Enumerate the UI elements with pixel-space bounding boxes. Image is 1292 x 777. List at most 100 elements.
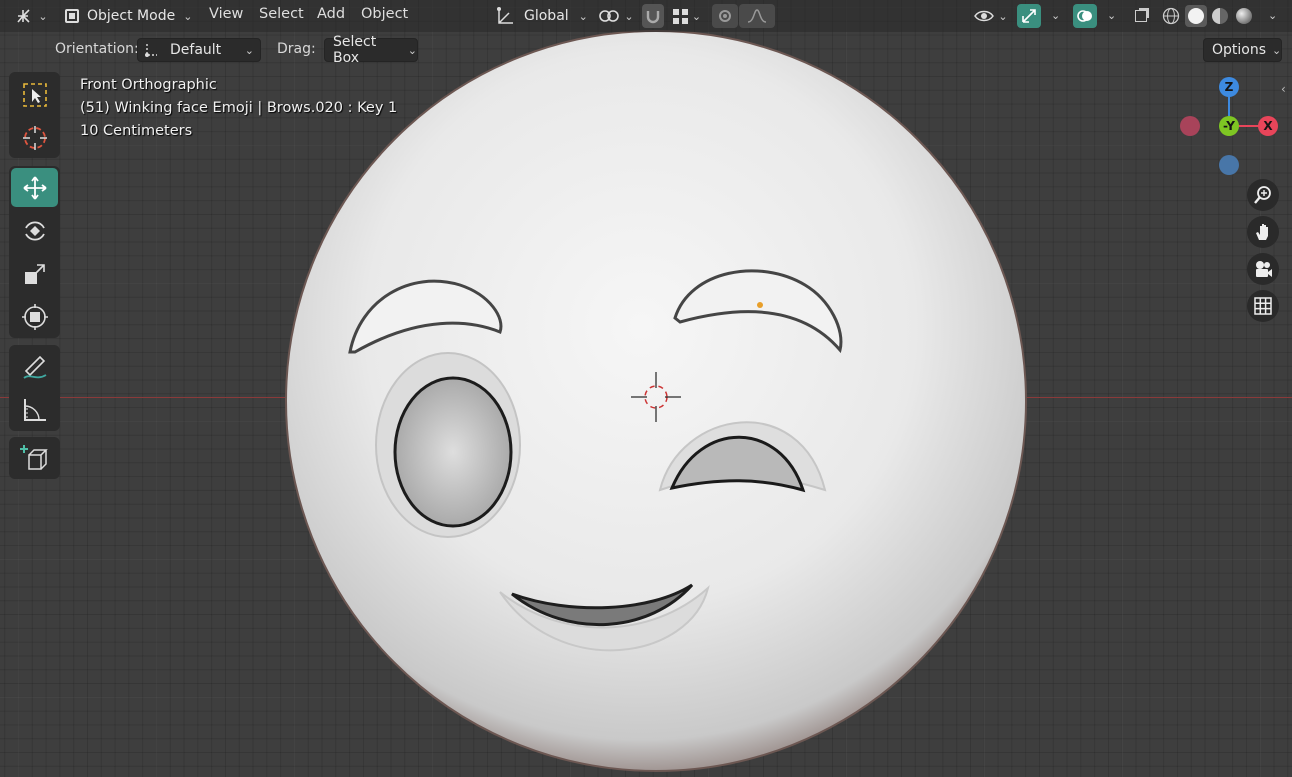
rotate-icon xyxy=(24,221,45,240)
annotate-tool[interactable] xyxy=(11,347,58,386)
selected-vertex xyxy=(757,302,763,308)
eye-icon xyxy=(974,10,995,22)
pencil-icon xyxy=(22,355,46,379)
select-box-tool[interactable] xyxy=(11,75,58,114)
transform-icon xyxy=(21,303,48,330)
view-name: Front Orthographic xyxy=(80,77,217,93)
chevron-down-icon[interactable]: ⌄ xyxy=(1107,9,1116,22)
scale-icon xyxy=(24,263,45,284)
solid-shading-button[interactable] xyxy=(1185,5,1207,27)
menu-view[interactable]: View xyxy=(209,6,243,22)
menu-add[interactable]: Add xyxy=(317,6,345,22)
overlay-circles-icon xyxy=(1077,10,1092,22)
left-eye xyxy=(393,376,513,528)
rotate-tool[interactable] xyxy=(11,211,58,250)
measure-tool[interactable] xyxy=(11,390,58,429)
mode-label: Object Mode xyxy=(87,8,176,24)
gizmo-toggle[interactable] xyxy=(1017,4,1041,28)
pivot-point-button[interactable]: ⌄ xyxy=(597,4,635,28)
xray-toggle[interactable] xyxy=(1130,4,1152,28)
zoom-button[interactable] xyxy=(1247,179,1279,211)
drag-label: Drag: xyxy=(277,41,316,57)
chevron-down-icon: ⌄ xyxy=(183,9,193,23)
orientation-label: Global xyxy=(524,8,569,24)
menu-select[interactable]: Select xyxy=(259,6,304,22)
chevron-down-icon: ⌄ xyxy=(38,9,48,23)
orientation-gizmo-icon xyxy=(145,44,157,57)
material-sphere-icon xyxy=(1212,8,1228,24)
xray-icon xyxy=(1135,10,1147,22)
gizmo-x-axis[interactable]: X xyxy=(1258,116,1278,136)
wireframe-shading-button[interactable] xyxy=(1160,5,1182,27)
transform-tool[interactable] xyxy=(11,297,58,336)
chevron-down-icon: ⌄ xyxy=(998,9,1008,23)
chevron-down-icon: ⌄ xyxy=(691,9,702,23)
solid-sphere-icon xyxy=(1188,8,1204,24)
winking-face-mesh[interactable] xyxy=(0,0,1292,777)
gizmo-z-label: Z xyxy=(1224,80,1234,94)
camera-view-button[interactable] xyxy=(1247,253,1279,285)
ortho-toggle-button[interactable] xyxy=(1247,290,1279,322)
move-axes-icon xyxy=(17,9,30,23)
drag-dropdown[interactable]: Select Box ⌄ xyxy=(324,34,418,66)
falloff-button[interactable] xyxy=(739,4,775,28)
orientation-dropdown[interactable]: Default ⌄ xyxy=(137,38,261,62)
grid-view-icon xyxy=(1254,297,1272,315)
gizmo-arrows-icon xyxy=(1022,9,1036,23)
snap-grid-icon xyxy=(672,8,688,24)
drag-value: Select Box xyxy=(333,34,377,66)
gizmo-x-label: X xyxy=(1263,119,1273,133)
sidebar-toggle-chevron-icon[interactable]: ‹ xyxy=(1281,82,1286,96)
rendered-sphere-icon xyxy=(1236,8,1252,24)
wireframe-sphere-icon xyxy=(1162,7,1180,25)
proportional-edit-icon xyxy=(719,10,731,22)
snap-target-button[interactable]: ⌄ xyxy=(667,4,707,28)
orientation-value: Default xyxy=(170,42,222,58)
material-shading-button[interactable] xyxy=(1209,5,1231,27)
viewport-header: ⌄ Object Mode ⌄ View Select Add Object G… xyxy=(0,0,1292,32)
overlays-toggle[interactable] xyxy=(1073,4,1097,28)
pan-button[interactable] xyxy=(1247,216,1279,248)
chevron-down-icon[interactable]: ⌄ xyxy=(1268,9,1277,22)
cursor-tool[interactable] xyxy=(11,118,58,157)
chevron-down-icon: ⌄ xyxy=(578,9,588,23)
orientation-label: Orientation: xyxy=(55,41,139,57)
3d-viewport[interactable] xyxy=(0,0,1292,777)
snap-toggle[interactable] xyxy=(642,4,664,28)
editor-type-button[interactable]: ⌄ xyxy=(11,4,51,28)
add-cube-icon xyxy=(19,444,48,470)
move-arrows-icon xyxy=(22,175,47,200)
link-icon xyxy=(599,10,620,22)
visibility-button[interactable]: ⌄ xyxy=(972,4,1010,28)
add-cube-tool[interactable] xyxy=(11,438,58,477)
object-info: (51) Winking face Emoji | Brows.020 : Ke… xyxy=(80,100,398,116)
grid-scale: 10 Centimeters xyxy=(80,123,193,139)
transform-orientation-dropdown[interactable]: Global ⌄ xyxy=(490,4,588,28)
camera-icon xyxy=(1256,261,1272,277)
chevron-down-icon[interactable]: ⌄ xyxy=(1051,9,1060,22)
navigation-gizmo[interactable]: Z X -Y xyxy=(1176,74,1282,180)
chevron-down-icon: ⌄ xyxy=(407,43,417,57)
magnet-icon xyxy=(646,11,660,24)
object-mode-icon xyxy=(65,9,79,23)
gizmo-z-axis[interactable]: Z xyxy=(1219,77,1239,97)
gizmo-neg-x-axis[interactable] xyxy=(1180,116,1200,136)
select-box-icon xyxy=(22,82,47,107)
orientation-axes-icon xyxy=(497,7,513,24)
chevron-down-icon: ⌄ xyxy=(1272,43,1282,57)
scale-tool[interactable] xyxy=(11,254,58,293)
chevron-down-icon: ⌄ xyxy=(244,43,254,57)
ruler-icon xyxy=(23,398,46,421)
zoom-icon xyxy=(1254,186,1271,204)
options-label: Options xyxy=(1212,42,1267,58)
gizmo-neg-z-axis[interactable] xyxy=(1219,155,1239,175)
options-dropdown[interactable]: Options ⌄ xyxy=(1203,38,1282,62)
menu-object[interactable]: Object xyxy=(361,6,408,22)
rendered-shading-button[interactable] xyxy=(1233,5,1255,27)
proportional-edit-toggle[interactable] xyxy=(712,4,738,28)
mode-dropdown[interactable]: Object Mode ⌄ xyxy=(61,4,193,28)
falloff-curve-icon xyxy=(747,9,767,23)
cursor-crosshair-icon xyxy=(22,125,47,150)
gizmo-neg-y-axis[interactable]: -Y xyxy=(1219,116,1239,136)
move-tool[interactable] xyxy=(11,168,58,207)
